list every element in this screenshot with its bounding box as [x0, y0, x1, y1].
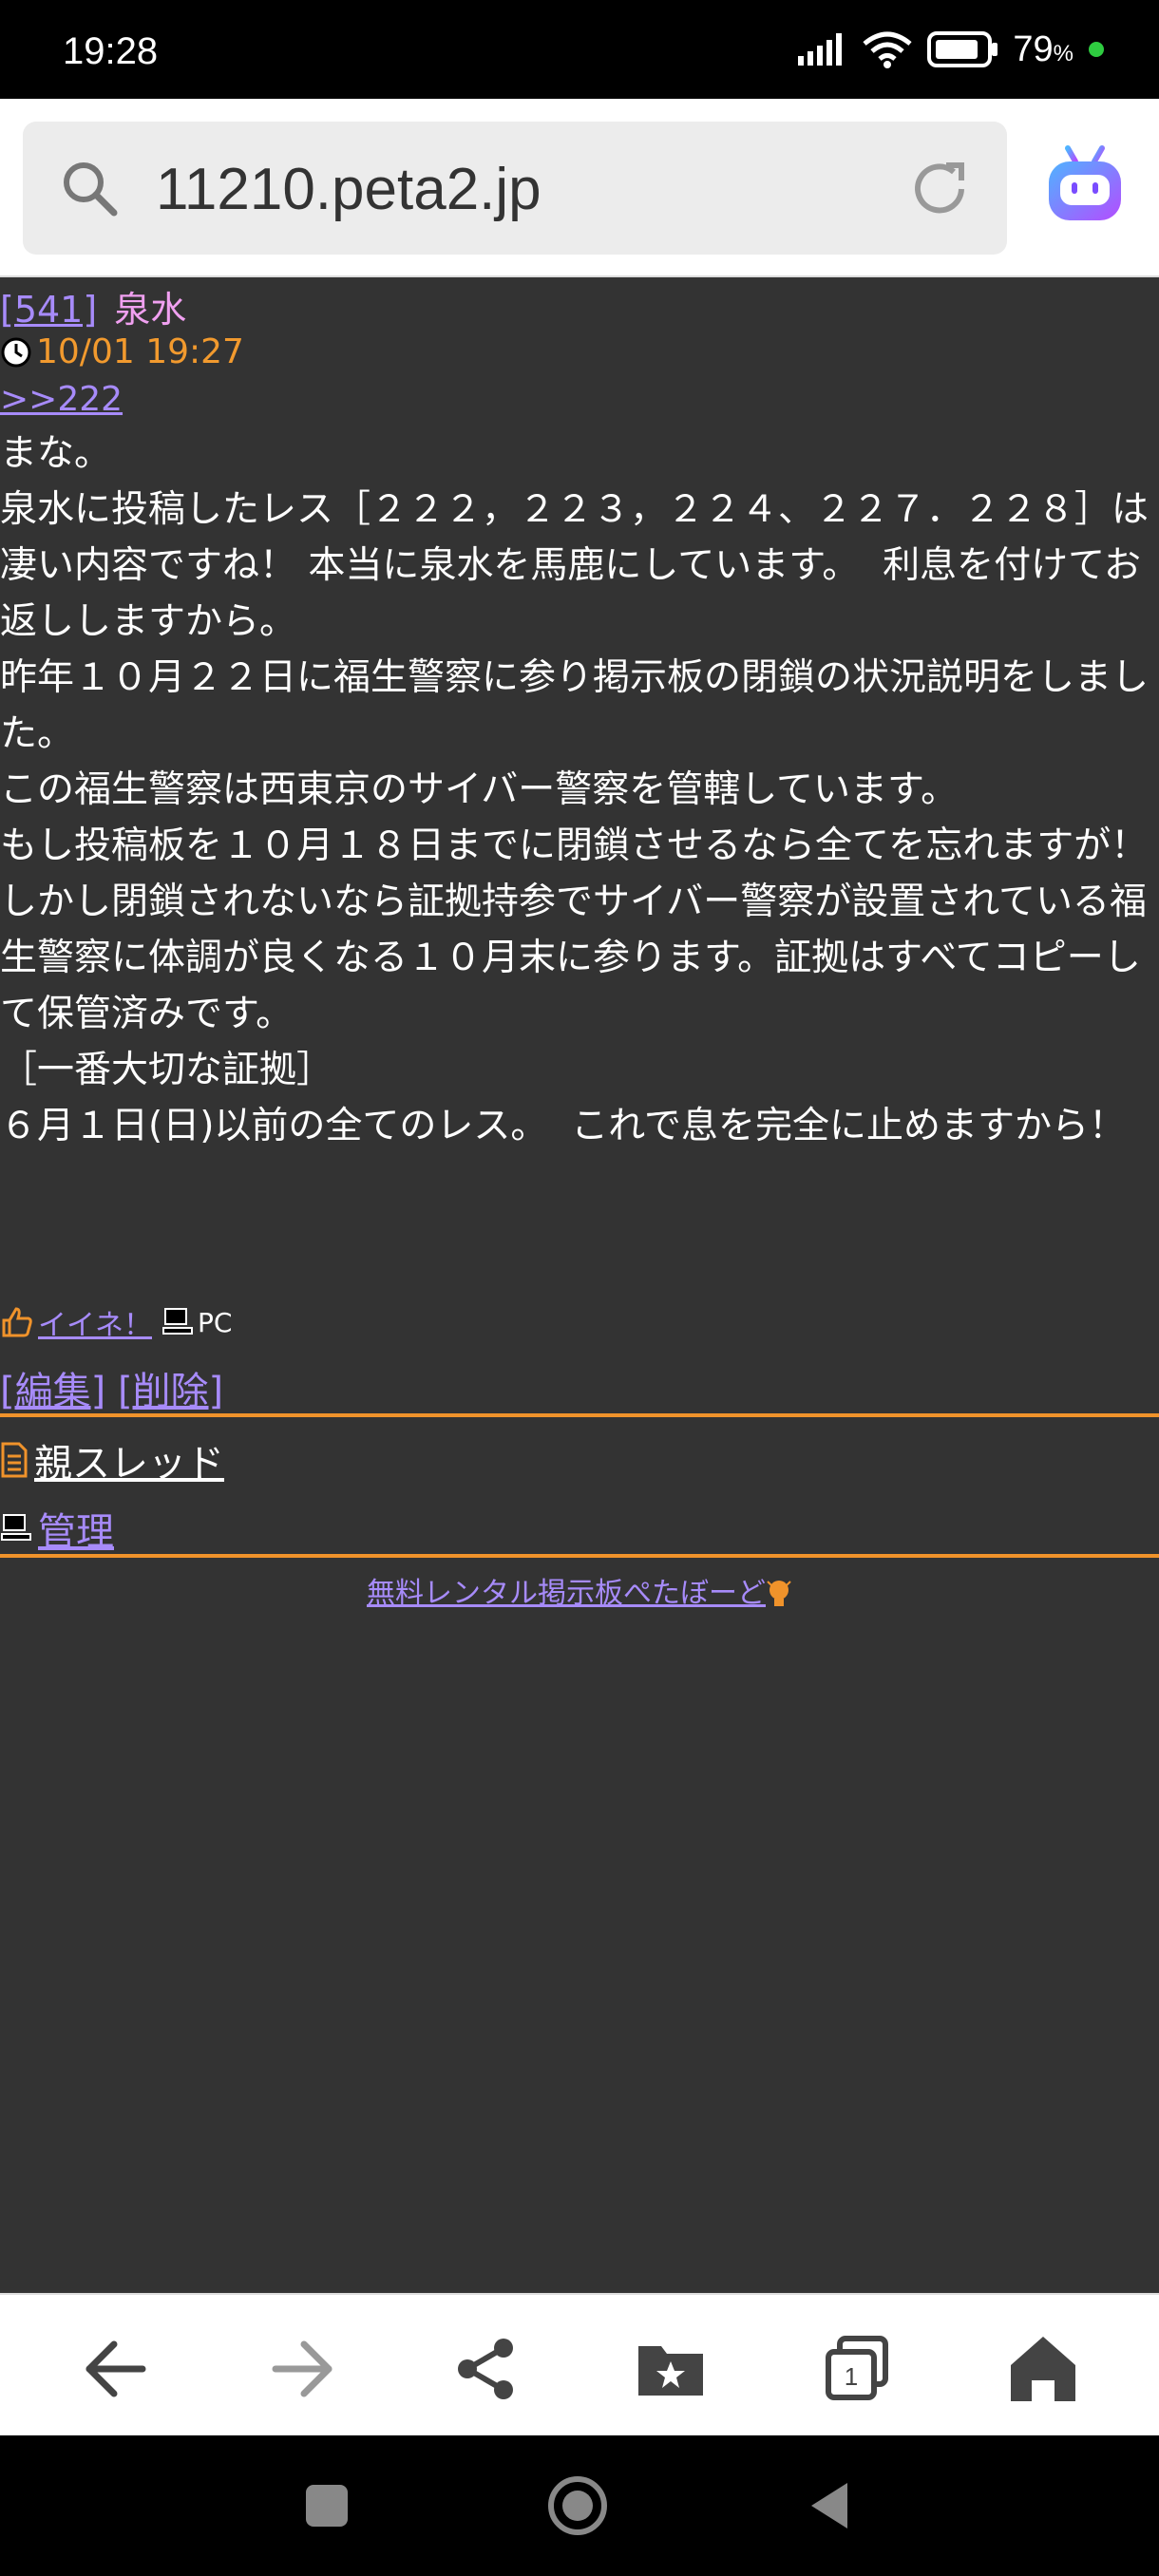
thumbs-up-icon [2, 1307, 32, 1337]
post-date: 10/01 19:27 [0, 332, 244, 371]
parent-thread-item[interactable]: 親スレッド [0, 1432, 224, 1487]
admin-link[interactable]: 管理 [38, 1501, 114, 1556]
share-icon[interactable] [450, 2333, 522, 2405]
page-content: [541] 泉水 10/01 19:27 >>222 まな。 泉水に投稿したレス［… [0, 275, 1159, 2293]
signal-icon [798, 33, 843, 66]
assistant-icon[interactable] [1041, 141, 1129, 228]
search-icon [64, 162, 118, 217]
indicator-dot [1089, 42, 1104, 57]
admin-item[interactable]: 管理 [0, 1501, 114, 1556]
back-nav-icon[interactable] [800, 2475, 861, 2536]
post-body: まな。 泉水に投稿したレス［２２２，２２３，２２４、２２７．２２８］は凄い内容で… [0, 432, 1150, 1147]
tabs-icon[interactable]: 1 [821, 2333, 893, 2405]
svg-text:1: 1 [845, 2362, 858, 2391]
post-actions: イイネ！ PC [0, 1301, 232, 1343]
status-bar: 19:28 79% [0, 0, 1159, 99]
like-button[interactable]: イイネ！ [38, 1301, 152, 1343]
wifi-icon [863, 31, 912, 68]
edit-link[interactable]: [編集] [0, 1370, 105, 1413]
recents-icon[interactable] [296, 2475, 357, 2536]
back-arrow-icon[interactable] [80, 2333, 152, 2405]
bookmarks-icon[interactable] [635, 2333, 707, 2405]
forward-arrow-icon[interactable] [266, 2333, 338, 2405]
footer-link[interactable]: 無料レンタル掲示板ぺたぼーど [367, 1577, 766, 1610]
clock-icon [1, 337, 31, 367]
post-number-link[interactable]: [541] [0, 289, 97, 331]
battery-level: 79% [1013, 28, 1074, 69]
delete-link[interactable]: [削除] [118, 1370, 223, 1413]
edit-delete-row: [編集] [削除] [0, 1360, 223, 1415]
document-icon [1, 1442, 28, 1478]
home-nav-icon[interactable] [547, 2475, 608, 2536]
pc-icon [162, 1308, 193, 1335]
reload-icon[interactable] [906, 156, 973, 222]
post-header: [541] 泉水 [0, 285, 186, 334]
reply-anchor-link[interactable]: >>222 [0, 380, 123, 419]
home-icon[interactable] [1007, 2333, 1079, 2405]
lightbulb-icon [767, 1580, 791, 1606]
date-text: 10/01 19:27 [36, 332, 244, 371]
divider [0, 1413, 1159, 1417]
address-bar[interactable]: 11210.peta2.jp [23, 122, 1007, 255]
parent-thread-link[interactable]: 親スレッド [34, 1432, 224, 1487]
device-label: PC [198, 1306, 233, 1338]
bottom-toolbar: 1 [0, 2293, 1159, 2437]
url-text[interactable]: 11210.peta2.jp [156, 156, 542, 223]
footer: 無料レンタル掲示板ぺたぼーど [0, 1569, 1159, 1612]
browser-toolbar: 11210.peta2.jp [0, 99, 1159, 277]
system-nav-bar [0, 2435, 1159, 2576]
battery-icon [927, 31, 998, 67]
status-icons: 79% [798, 28, 1104, 70]
pc-icon [1, 1514, 31, 1541]
divider [0, 1554, 1159, 1558]
poster-name: 泉水 [114, 289, 187, 331]
status-time: 19:28 [63, 30, 159, 72]
